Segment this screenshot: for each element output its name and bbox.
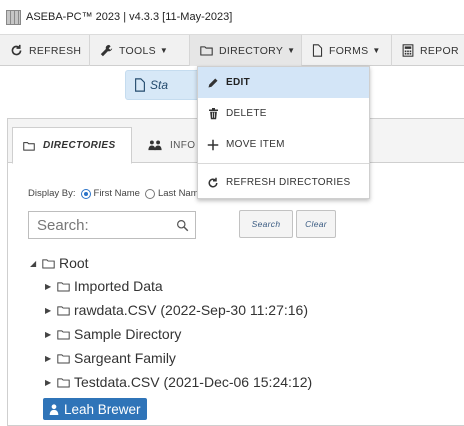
users-icon (148, 140, 162, 151)
search-input[interactable] (29, 213, 169, 237)
collapsed-triangle-icon[interactable]: ▶ (45, 306, 57, 315)
collapsed-triangle-icon[interactable]: ▶ (45, 354, 57, 363)
menu-item-delete[interactable]: DELETE (198, 98, 369, 129)
menu-item-label: REFRESH DIRECTORIES (226, 177, 351, 188)
refresh-icon (10, 44, 23, 57)
pencil-icon (206, 77, 220, 89)
folder-open-icon (42, 258, 55, 269)
folder-icon (200, 45, 213, 56)
menu-item-label: EDIT (226, 77, 250, 88)
tab-info-label: INFO (170, 140, 196, 151)
folder-icon (57, 353, 70, 364)
tree-item-sample-directory[interactable]: ▶ Sample Directory (45, 324, 181, 344)
folder-icon (57, 377, 70, 388)
tree-root[interactable]: ◢ Root (30, 253, 89, 273)
clear-button[interactable]: Clear (296, 210, 336, 238)
collapsed-triangle-icon[interactable]: ▶ (45, 378, 57, 387)
folder-icon (23, 141, 35, 151)
document-icon (134, 78, 146, 92)
tree-item-testdata[interactable]: ▶ Testdata.CSV (2021-Dec-06 15:24:12) (45, 372, 312, 392)
collapsed-triangle-icon[interactable]: ▶ (45, 330, 57, 339)
tree-item-imported-data[interactable]: ▶ Imported Data (45, 276, 163, 296)
radio-first-name-label: First Name (93, 188, 140, 199)
menu-divider (198, 163, 369, 164)
title-bar: ASEBA-PC™ 2023 | v4.3.3 [11-May-2023] (0, 0, 464, 34)
selected-person-label: Leah Brewer (64, 401, 141, 417)
menu-item-move-item[interactable]: MOVE ITEM (198, 129, 369, 160)
search-button[interactable]: Search (239, 210, 293, 238)
menu-item-edit[interactable]: EDIT (198, 67, 369, 98)
caret-down-icon: ▼ (287, 46, 296, 55)
forms-menu-button[interactable]: FORMS ▼ (302, 35, 392, 66)
app-logo-icon (6, 9, 21, 25)
tree-item-selected-person[interactable]: Leah Brewer (43, 398, 147, 420)
display-by-label: Display By: (28, 188, 76, 199)
menu-item-label: MOVE ITEM (226, 139, 285, 150)
tree-item-label: Sample Directory (74, 326, 182, 342)
tab-info[interactable]: INFO (138, 127, 206, 164)
directory-menu-button[interactable]: DIRECTORY ▼ (190, 35, 302, 66)
search-box (28, 211, 196, 239)
radio-first-name[interactable] (80, 188, 91, 199)
refresh-label: REFRESH (29, 44, 82, 57)
tree-item-label: Imported Data (74, 278, 163, 294)
reports-menu-button[interactable]: REPOR (392, 35, 464, 66)
window-title: ASEBA-PC™ 2023 | v4.3.3 [11-May-2023] (26, 11, 233, 23)
tools-label: TOOLS (119, 44, 156, 57)
start-label: Sta (150, 78, 169, 92)
main-toolbar: REFRESH TOOLS ▼ DIRECTORY ▼ FORMS ▼ REPO… (0, 34, 464, 66)
display-by-options: Display By: First Name Last Name (28, 188, 204, 199)
calculator-icon (402, 44, 414, 57)
person-icon (49, 403, 59, 415)
refresh-button[interactable]: REFRESH (0, 35, 90, 66)
folder-icon (57, 329, 70, 340)
plus-icon (206, 139, 220, 151)
collapsed-triangle-icon[interactable]: ▶ (45, 282, 57, 291)
forms-label: FORMS (329, 44, 369, 57)
search-icon[interactable] (176, 219, 189, 232)
tree-item-label: rawdata.CSV (2022-Sep-30 11:27:16) (74, 302, 308, 318)
tree-item-rawdata[interactable]: ▶ rawdata.CSV (2022-Sep-30 11:27:16) (45, 300, 308, 320)
folder-icon (57, 305, 70, 316)
tree-item-label: Testdata.CSV (2021-Dec-06 15:24:12) (74, 374, 313, 390)
trash-icon (206, 107, 220, 120)
expanded-triangle-icon[interactable]: ◢ (30, 259, 42, 268)
tools-menu-button[interactable]: TOOLS ▼ (90, 35, 190, 66)
document-icon (312, 44, 323, 57)
directory-dropdown-menu: EDIT DELETE MOVE ITEM REFRESH DIRECTORIE… (197, 66, 370, 199)
directory-label: DIRECTORY (219, 44, 284, 57)
tree-item-sargeant-family[interactable]: ▶ Sargeant Family (45, 348, 176, 368)
tab-directories[interactable]: DIRECTORIES (12, 127, 132, 164)
radio-last-name[interactable] (144, 188, 155, 199)
caret-down-icon: ▼ (159, 46, 169, 55)
reports-label: REPOR (420, 44, 459, 57)
start-button[interactable]: Sta (125, 70, 205, 100)
tree-item-label: Sargeant Family (74, 350, 176, 366)
menu-item-label: DELETE (226, 108, 267, 119)
wrench-icon (100, 44, 113, 57)
refresh-icon (206, 177, 220, 189)
folder-icon (57, 281, 70, 292)
tree-root-label: Root (59, 255, 89, 271)
tab-directories-label: DIRECTORIES (43, 140, 116, 151)
menu-item-refresh-directories[interactable]: REFRESH DIRECTORIES (198, 167, 369, 198)
caret-down-icon: ▼ (372, 46, 381, 55)
